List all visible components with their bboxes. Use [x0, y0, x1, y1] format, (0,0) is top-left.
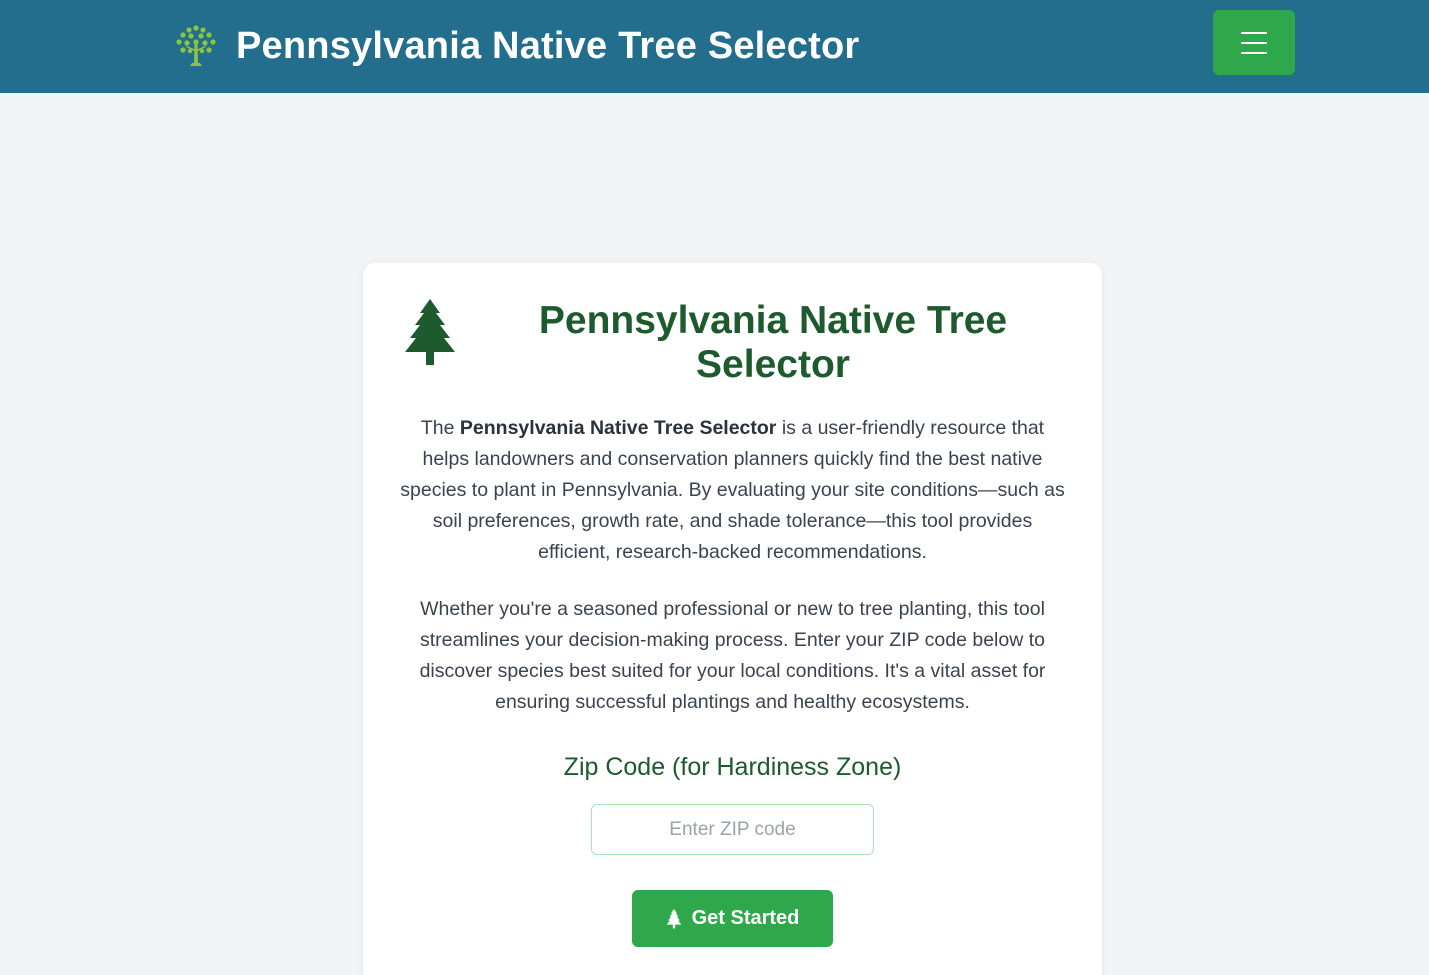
intro-prefix: The [420, 417, 460, 439]
top-navbar: Pennsylvania Native Tree Selector [0, 0, 1429, 93]
get-started-label: Get Started [691, 907, 800, 929]
pine-tree-icon [666, 908, 681, 928]
secondary-paragraph: Whether you're a seasoned professional o… [419, 598, 1046, 713]
zip-code-input[interactable] [591, 804, 874, 855]
menu-button[interactable] [1213, 10, 1295, 75]
hamburger-menu-icon [1241, 31, 1267, 54]
brand[interactable]: Pennsylvania Native Tree Selector [172, 18, 859, 74]
tree-logo-icon [176, 25, 216, 66]
intro-paragraph: The Pennsylvania Native Tree Selector is… [397, 413, 1068, 568]
intro-card: Pennsylvania Native Tree Selector The Pe… [363, 263, 1102, 975]
intro-bold-name: Pennsylvania Native Tree Selector [459, 417, 777, 439]
card-title: Pennsylvania Native Tree Selector [538, 299, 1008, 386]
zip-code-label: Zip Code (for Hardiness Zone) [563, 753, 902, 781]
site-title: Pennsylvania Native Tree Selector [236, 24, 860, 67]
get-started-button[interactable]: Get Started [632, 890, 833, 947]
pine-tree-icon [405, 299, 455, 365]
